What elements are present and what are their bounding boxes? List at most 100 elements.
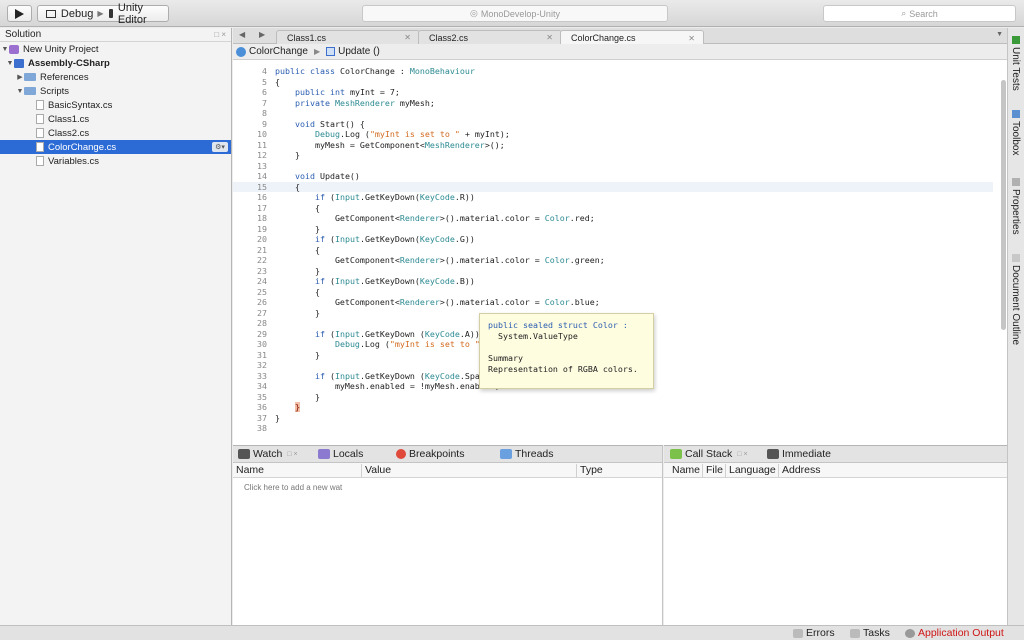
tree-item-file[interactable]: BasicSyntax.cs <box>0 98 231 112</box>
tasks-button[interactable]: Tasks <box>850 627 890 639</box>
search-input[interactable]: ⌕ Search <box>823 5 1016 22</box>
tab-call-stack[interactable]: Call Stack □ × <box>670 448 748 460</box>
editor-scrollbar[interactable] <box>1001 80 1006 330</box>
code-line[interactable]: 21 { <box>233 245 320 256</box>
code-line[interactable]: 35 } <box>233 392 320 403</box>
code-line[interactable]: 16 if (Input.GetKeyDown(KeyCode.R)) <box>233 192 475 203</box>
code-line[interactable]: 17 { <box>233 203 320 214</box>
column-language[interactable]: Language <box>725 464 776 478</box>
breadcrumb-class[interactable]: ColorChange <box>249 46 308 57</box>
tab-locals[interactable]: Locals <box>318 448 363 460</box>
tab-class2[interactable]: Class2.cs ✕ <box>418 30 562 44</box>
tab-colorchange[interactable]: ColorChange.cs ✕ <box>560 30 704 45</box>
column-file[interactable]: File <box>702 464 723 478</box>
tree-item-file[interactable]: Class1.cs <box>0 112 231 126</box>
close-icon[interactable]: ✕ <box>546 33 553 42</box>
nav-forward-icon[interactable]: ▶ <box>259 30 265 39</box>
dock-toolbox[interactable]: Toolbox <box>1010 110 1021 155</box>
tree-item-references[interactable]: ▶ References <box>0 70 231 84</box>
column-name[interactable]: Name <box>669 464 700 478</box>
code-line[interactable]: 24 if (Input.GetKeyDown(KeyCode.B)) <box>233 276 475 287</box>
code-line[interactable]: 11 myMesh = GetComponent<MeshRenderer>()… <box>233 140 505 151</box>
code-line[interactable]: 23 } <box>233 266 320 277</box>
tree-item-file-selected[interactable]: ColorChange.cs ⚙▾ <box>0 140 231 154</box>
tree-item-project[interactable]: ▼ Assembly-CSharp <box>0 56 231 70</box>
close-icon[interactable]: ✕ <box>688 34 695 43</box>
tab-threads[interactable]: Threads <box>500 448 554 460</box>
tab-breakpoints[interactable]: Breakpoints <box>396 448 464 460</box>
tree-item-label: New Unity Project <box>23 43 99 55</box>
application-output-button[interactable]: Application Output <box>905 627 1004 639</box>
code-line[interactable]: 28 <box>233 318 275 329</box>
dock-document-outline[interactable]: Document Outline <box>1010 254 1021 345</box>
code-line[interactable]: 4 public class ColorChange : MonoBehaviou… <box>233 66 475 77</box>
code-line[interactable]: 26 GetComponent<Renderer>().material.col… <box>233 297 600 308</box>
line-number: 15 <box>257 181 267 192</box>
close-icon[interactable]: ✕ <box>404 33 411 42</box>
column-address[interactable]: Address <box>778 464 821 478</box>
collapse-triangle-icon[interactable]: ▶ <box>16 73 24 81</box>
code-line[interactable]: 5{ <box>233 77 280 88</box>
code-line[interactable]: 22 GetComponent<Renderer>().material.col… <box>233 255 605 266</box>
tree-item-solution[interactable]: ▼ New Unity Project <box>0 42 231 56</box>
tab-watch[interactable]: Watch □ × <box>238 448 298 460</box>
code-line[interactable]: 25 { <box>233 287 320 298</box>
dock-unit-tests[interactable]: Unit Tests <box>1010 36 1021 91</box>
code-line[interactable]: 10 Debug.Log ("myInt is set to " + myInt… <box>233 129 510 140</box>
dock-properties[interactable]: Properties <box>1010 178 1021 235</box>
tab-list-dropdown-icon[interactable]: ▼ <box>996 31 1003 38</box>
tree-item-scripts[interactable]: ▼ Scripts <box>0 84 231 98</box>
code-line[interactable]: 15 { <box>233 181 993 192</box>
run-button[interactable] <box>7 5 32 22</box>
code-line[interactable]: 31 } <box>233 350 320 361</box>
tooltip-summary-label: Summary <box>488 353 523 363</box>
column-name[interactable]: Name <box>233 464 264 478</box>
expand-triangle-icon[interactable]: ▼ <box>16 88 24 95</box>
errors-icon <box>793 628 803 638</box>
code-line[interactable]: 38 <box>233 423 275 434</box>
code-text: myMesh = GetComponent<MeshRenderer>(); <box>275 139 505 150</box>
pad-controls[interactable]: □ × <box>214 30 226 39</box>
code-line[interactable]: 13 <box>233 161 275 172</box>
code-line[interactable]: 8 <box>233 108 275 119</box>
pad-controls[interactable]: □ × <box>737 451 747 458</box>
build-config-selector[interactable]: Debug ▶ Unity Editor <box>37 2 169 26</box>
pad-controls[interactable]: □ × <box>287 451 297 458</box>
tab-class1[interactable]: Class1.cs ✕ <box>276 30 420 44</box>
code-line[interactable]: 34 myMesh.enabled = !myMesh.enabled; <box>233 381 500 392</box>
code-line[interactable]: 33 if (Input.GetKeyDown (KeyCode.Space))… <box>233 371 510 382</box>
cs-file-icon <box>36 156 44 166</box>
code-line[interactable]: 27 } <box>233 308 320 319</box>
tree-item-file[interactable]: Class2.cs <box>0 126 231 140</box>
status-bar: Errors Tasks Application Output <box>0 625 1024 640</box>
column-type[interactable]: Type <box>576 464 603 478</box>
tree-item-label: Class1.cs <box>48 113 90 125</box>
code-line[interactable]: 36 } <box>233 402 300 413</box>
code-line[interactable]: 6 public int myInt = 7; <box>233 87 400 98</box>
code-line[interactable]: 32 <box>233 360 275 371</box>
code-text: myMesh.enabled = !myMesh.enabled; <box>275 381 500 391</box>
line-number: 32 <box>257 360 267 370</box>
tab-label: Threads <box>515 448 554 460</box>
tab-label: Class1.cs <box>287 32 327 43</box>
breadcrumb-method[interactable]: Update () <box>338 46 380 57</box>
tab-immediate[interactable]: Immediate <box>767 448 831 460</box>
line-number: 4 <box>262 66 267 76</box>
tree-item-file[interactable]: Variables.cs <box>0 154 231 168</box>
code-line[interactable]: 12 } <box>233 150 300 161</box>
code-line[interactable]: 29 if (Input.GetKeyDown (KeyCode.A)) <box>233 329 480 340</box>
code-line[interactable]: 18 GetComponent<Renderer>().material.col… <box>233 213 595 224</box>
expand-triangle-icon[interactable]: ▼ <box>6 60 14 67</box>
code-line[interactable]: 37} <box>233 413 280 424</box>
expand-triangle-icon[interactable]: ▼ <box>1 46 9 53</box>
code-line[interactable]: 7 private MeshRenderer myMesh; <box>233 98 435 109</box>
column-value[interactable]: Value <box>361 464 391 478</box>
code-line[interactable]: 20 if (Input.GetKeyDown(KeyCode.G)) <box>233 234 475 245</box>
code-line[interactable]: 19 } <box>233 224 320 235</box>
nav-back-icon[interactable]: ◀ <box>239 30 245 39</box>
add-watch-hint[interactable]: Click here to add a new wat <box>244 483 342 492</box>
errors-button[interactable]: Errors <box>793 627 835 639</box>
gear-icon[interactable]: ⚙▾ <box>212 142 228 152</box>
code-line[interactable]: 9 void Start() { <box>233 119 365 130</box>
code-line[interactable]: 14 void Update() <box>233 171 360 182</box>
